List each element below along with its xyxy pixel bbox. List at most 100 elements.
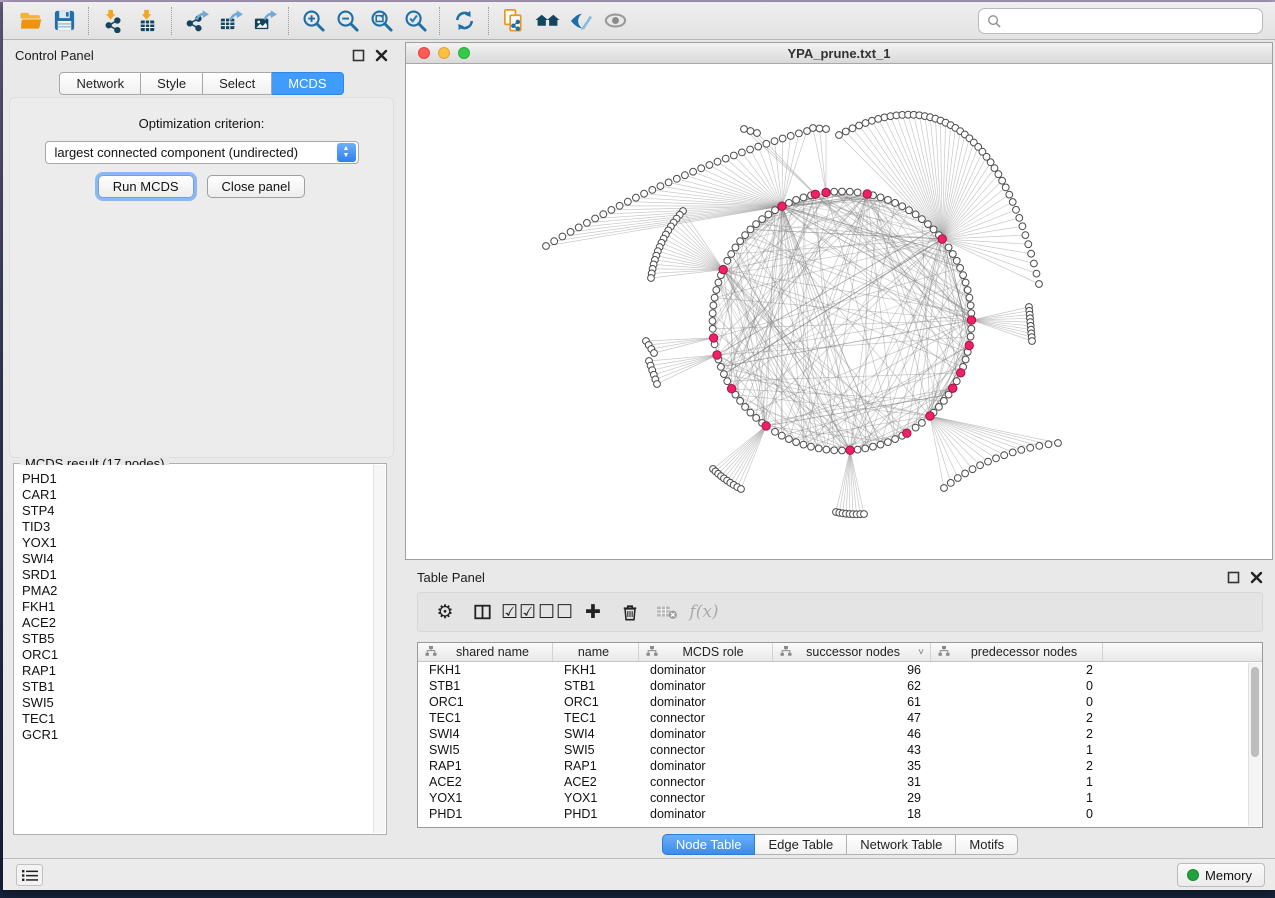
result-node-item[interactable]: PHD1 xyxy=(22,471,373,487)
cell: dominator xyxy=(639,727,773,741)
delete-column-icon[interactable] xyxy=(615,598,645,626)
sort-chevron-icon[interactable]: ˅ xyxy=(918,647,924,658)
tab-style[interactable]: Style xyxy=(141,72,203,95)
first-neighbors-icon[interactable] xyxy=(530,6,564,36)
open-file-icon[interactable] xyxy=(13,6,47,36)
export-network-icon[interactable] xyxy=(179,6,213,36)
column-header-MCDS-role[interactable]: MCDS role xyxy=(639,643,773,661)
tab-network[interactable]: Network xyxy=(59,72,141,95)
table-row[interactable]: FKH1FKH1dominator962 xyxy=(418,662,1262,678)
refresh-icon[interactable] xyxy=(447,6,481,36)
result-node-item[interactable]: STP4 xyxy=(22,503,373,519)
show-columns-icon[interactable] xyxy=(467,598,497,626)
network-graph[interactable] xyxy=(406,64,1272,559)
table-row[interactable]: SWI5SWI5connector431 xyxy=(418,742,1262,758)
result-node-item[interactable]: FKH1 xyxy=(22,599,373,615)
mcds-result-list[interactable]: PHD1CAR1STP4TID3YOX1SWI4SRD1PMA2FKH1ACE2… xyxy=(15,465,373,833)
toolbar-separator xyxy=(88,7,89,35)
result-node-item[interactable]: STB5 xyxy=(22,631,373,647)
export-image-icon[interactable] xyxy=(247,6,281,36)
result-node-item[interactable]: ACE2 xyxy=(22,615,373,631)
result-node-item[interactable]: GCR1 xyxy=(22,727,373,743)
cell: connector xyxy=(639,775,773,789)
deselect-all-icon[interactable]: ☐☐ xyxy=(541,598,571,626)
float-panel-icon[interactable] xyxy=(1227,571,1240,584)
table-row[interactable]: STB1STB1dominator620 xyxy=(418,678,1262,694)
show-all-icon[interactable] xyxy=(598,6,632,36)
show-panels-button[interactable] xyxy=(16,864,43,886)
settings-gear-icon[interactable]: ⚙ xyxy=(430,598,460,626)
cell: 47 xyxy=(773,711,931,725)
tab-node-table[interactable]: Node Table xyxy=(662,834,756,855)
result-node-item[interactable]: STB1 xyxy=(22,679,373,695)
result-scrollbar[interactable] xyxy=(373,465,385,833)
cell: 2 xyxy=(931,663,1103,677)
toolbar-separator xyxy=(488,7,489,35)
delete-table-icon xyxy=(652,598,682,626)
result-node-item[interactable]: CAR1 xyxy=(22,487,373,503)
column-header-successor-nodes[interactable]: successor nodes˅ xyxy=(773,643,931,661)
cell: dominator xyxy=(639,663,773,677)
result-node-item[interactable]: TID3 xyxy=(22,519,373,535)
cell: PHD1 xyxy=(553,807,639,821)
table-row[interactable]: YOX1YOX1connector291 xyxy=(418,790,1262,806)
result-node-item[interactable]: SWI5 xyxy=(22,695,373,711)
column-header-name[interactable]: name xyxy=(553,643,639,661)
cell: ACE2 xyxy=(418,775,553,789)
hide-selected-icon[interactable] xyxy=(564,6,598,36)
result-node-item[interactable]: SRD1 xyxy=(22,567,373,583)
close-panel-button[interactable]: Close panel xyxy=(207,175,306,198)
close-panel-icon[interactable] xyxy=(1250,571,1263,584)
select-all-icon[interactable]: ☑☑ xyxy=(504,598,534,626)
table-row[interactable]: PHD1PHD1dominator180 xyxy=(418,806,1262,822)
tab-network-table[interactable]: Network Table xyxy=(847,834,956,855)
float-panel-icon[interactable] xyxy=(352,49,365,62)
table-row[interactable]: ACE2ACE2connector311 xyxy=(418,774,1262,790)
mcds-pane: Optimization criterion: largest connecte… xyxy=(9,97,394,458)
add-column-icon[interactable]: ✚ xyxy=(578,598,608,626)
tab-mcds[interactable]: MCDS xyxy=(272,72,343,95)
function-builder-icon: f(x) xyxy=(689,598,719,626)
save-session-icon[interactable] xyxy=(47,6,81,36)
network-window-titlebar[interactable]: YPA_prune.txt_1 xyxy=(406,43,1272,64)
table-row[interactable]: TEC1TEC1connector472 xyxy=(418,710,1262,726)
column-header-predecessor-nodes[interactable]: predecessor nodes xyxy=(931,643,1103,661)
export-table-icon[interactable] xyxy=(213,6,247,36)
result-node-item[interactable]: ORC1 xyxy=(22,647,373,663)
table-scrollbar[interactable] xyxy=(1248,663,1261,826)
search-box[interactable] xyxy=(978,8,1263,34)
column-header-shared-name[interactable]: shared name xyxy=(418,643,553,661)
cell: PHD1 xyxy=(418,807,553,821)
result-node-item[interactable]: TEC1 xyxy=(22,711,373,727)
run-mcds-button[interactable]: Run MCDS xyxy=(98,175,194,198)
table-row[interactable]: ORC1ORC1dominator610 xyxy=(418,694,1262,710)
table-toolbar: ⚙ ☑☑☐☐✚ f(x) xyxy=(417,592,1263,632)
clone-network-icon[interactable] xyxy=(496,6,530,36)
close-panel-icon[interactable] xyxy=(375,49,388,62)
table-tabs: Node TableEdge TableNetwork TableMotifs xyxy=(405,834,1275,855)
search-input[interactable] xyxy=(1008,14,1262,29)
result-node-item[interactable]: RAP1 xyxy=(22,663,373,679)
zoom-fit-icon[interactable] xyxy=(364,6,398,36)
cell: TEC1 xyxy=(553,711,639,725)
result-node-item[interactable]: YOX1 xyxy=(22,535,373,551)
import-network-icon[interactable] xyxy=(96,6,130,36)
network-canvas[interactable] xyxy=(406,64,1272,559)
zoom-in-icon[interactable] xyxy=(296,6,330,36)
tab-motifs[interactable]: Motifs xyxy=(956,834,1018,855)
tab-select[interactable]: Select xyxy=(203,72,272,95)
table-row[interactable]: SWI4SWI4dominator462 xyxy=(418,726,1262,742)
cell: 2 xyxy=(931,759,1103,773)
table-row[interactable]: RAP1RAP1dominator352 xyxy=(418,758,1262,774)
result-node-item[interactable]: PMA2 xyxy=(22,583,373,599)
tab-edge-table[interactable]: Edge Table xyxy=(755,834,847,855)
result-node-item[interactable]: SWI4 xyxy=(22,551,373,567)
optimization-criterion-label: Optimization criterion: xyxy=(10,116,393,131)
memory-button[interactable]: Memory xyxy=(1177,863,1265,887)
zoom-out-icon[interactable] xyxy=(330,6,364,36)
import-table-icon[interactable] xyxy=(130,6,164,36)
optimization-criterion-select[interactable]: largest connected component (undirected)… xyxy=(45,141,359,164)
scrollbar-thumb[interactable] xyxy=(1251,667,1259,757)
zoom-selected-icon[interactable] xyxy=(398,6,432,36)
mcds-result-box: MCDS result (17 nodes) PHD1CAR1STP4TID3Y… xyxy=(13,463,387,835)
